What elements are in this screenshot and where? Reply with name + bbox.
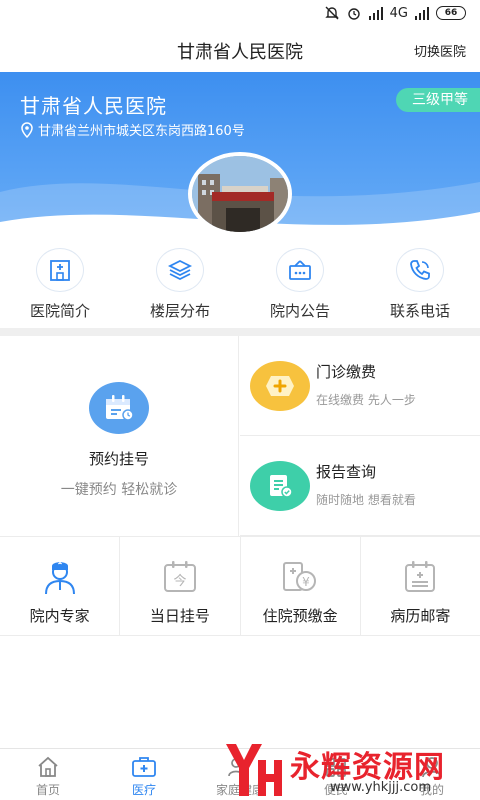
watermark-logo-icon	[226, 744, 282, 796]
quick-links: 医院简介 楼层分布 院内公告 联系电话	[0, 248, 480, 328]
tab-home[interactable]: 首页	[0, 749, 96, 800]
status-bar: 4G 66	[0, 0, 480, 28]
medical-kit-icon	[132, 757, 156, 777]
payment-title: 门诊缴费	[316, 363, 377, 381]
appointment-card[interactable]: 预约挂号 一键预约 轻松就诊	[0, 336, 239, 536]
site-watermark: 永辉资源网 www.yhkjjj.com	[222, 740, 480, 800]
alarm-icon	[347, 8, 360, 20]
quick-link-floor-map[interactable]: 楼层分布	[120, 248, 240, 328]
battery-icon: 66	[436, 6, 466, 20]
mute-icon	[324, 6, 339, 20]
status-icons: 4G 66	[324, 5, 466, 21]
doctor-icon	[44, 562, 75, 595]
service-label: 当日挂号	[149, 607, 210, 625]
report-subtitle: 随时随地 想看就看	[316, 493, 416, 507]
quick-link-label: 院内公告	[269, 302, 330, 320]
service-grid: 院内专家 今 当日挂号 ¥ 住院预缴金 病历邮寄	[0, 536, 480, 636]
today-calendar-icon: 今	[163, 561, 196, 592]
signal-icon	[368, 7, 383, 20]
tab-label: 首页	[35, 783, 60, 797]
service-icon-frame	[40, 557, 80, 597]
payment-subtitle: 在线缴费 先人一步	[316, 393, 416, 407]
section-divider	[0, 328, 480, 336]
quick-link-contact-phone[interactable]: 联系电话	[360, 248, 480, 328]
quick-link-icon-frame	[36, 248, 84, 292]
quick-link-icon-frame	[396, 248, 444, 292]
service-icon-frame: ¥	[280, 557, 320, 597]
service-inpatient-deposit[interactable]: ¥ 住院预缴金	[241, 537, 361, 635]
medical-record-icon	[405, 561, 436, 592]
quick-link-hospital-intro[interactable]: 医院简介	[0, 248, 120, 328]
layers-icon	[167, 259, 193, 281]
quick-link-icon-frame	[156, 248, 204, 292]
tab-icon-frame	[131, 755, 157, 779]
home-icon	[38, 756, 58, 777]
appointment-title: 预约挂号	[88, 450, 149, 468]
report-icon	[270, 475, 293, 498]
outpatient-payment-card[interactable]: 门诊缴费 在线缴费 先人一步	[240, 336, 480, 436]
service-icon-frame	[400, 557, 440, 597]
quick-link-notices[interactable]: 院内公告	[240, 248, 360, 328]
quick-link-label: 医院简介	[29, 302, 90, 320]
calendar-icon	[106, 395, 134, 421]
notice-board-icon	[289, 260, 311, 280]
service-icon-frame: 今	[160, 557, 200, 597]
quick-link-label: 楼层分布	[149, 302, 210, 320]
report-title: 报告查询	[316, 463, 377, 481]
watermark-url: www.yhkjjj.com	[330, 780, 432, 795]
appointment-icon-frame	[89, 382, 149, 434]
hospital-building-icon	[50, 260, 70, 281]
tab-medical[interactable]: 医疗	[96, 749, 192, 800]
main-services: 预约挂号 一键预约 轻松就诊 门诊缴费 在线缴费 先人一步 报告查询 随时随地 …	[0, 336, 480, 536]
network-type: 4G	[389, 5, 408, 21]
today-glyph: 今	[173, 573, 186, 589]
signal-icon	[415, 7, 429, 20]
plus-icon	[266, 376, 294, 396]
hospital-address[interactable]: 甘肃省兰州市城关区东岗西路160号	[20, 120, 245, 139]
service-medical-record-mail[interactable]: 病历邮寄	[361, 537, 480, 635]
location-pin-icon	[21, 121, 33, 138]
report-icon-frame	[250, 461, 310, 511]
service-label: 住院预缴金	[262, 607, 338, 625]
appointment-subtitle: 一键预约 轻松就诊	[60, 482, 178, 498]
tab-label: 医疗	[131, 783, 156, 797]
switch-hospital-button[interactable]: 切换医院	[414, 41, 466, 60]
phone-icon	[410, 260, 430, 280]
tab-icon-frame	[35, 755, 61, 779]
grade-badge: 三级甲等	[396, 88, 480, 112]
service-label: 院内专家	[29, 607, 90, 625]
service-label: 病历邮寄	[390, 607, 451, 625]
title-bar: 甘肃省人民医院 切换医院	[0, 28, 480, 72]
page-title: 甘肃省人民医院	[177, 42, 303, 63]
report-query-card[interactable]: 报告查询 随时随地 想看就看	[240, 436, 480, 536]
quick-link-icon-frame	[276, 248, 324, 292]
yuan-glyph: ¥	[302, 575, 310, 589]
payment-icon-frame	[250, 361, 310, 411]
hospital-name: 甘肃省人民医院	[20, 94, 167, 118]
hospital-photo	[188, 152, 292, 236]
service-experts[interactable]: 院内专家	[0, 537, 121, 635]
quick-link-label: 联系电话	[389, 302, 450, 320]
deposit-icon: ¥	[283, 562, 317, 591]
address-text: 甘肃省兰州市城关区东岗西路160号	[38, 124, 245, 139]
service-same-day-registration[interactable]: 今 当日挂号	[120, 537, 241, 635]
